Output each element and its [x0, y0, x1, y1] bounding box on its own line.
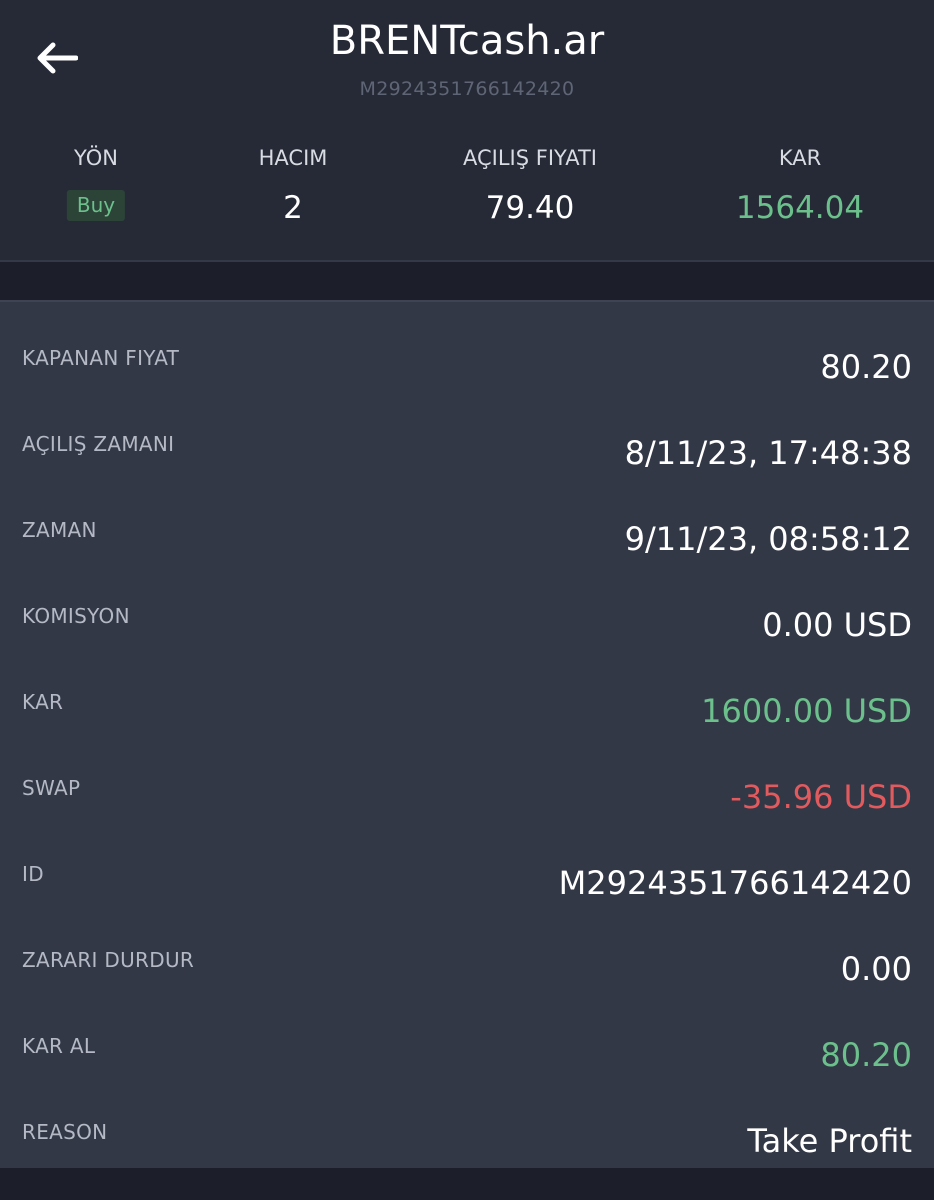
summary-open-price: AÇILIŞ FIYATI 79.40 — [463, 146, 597, 226]
detail-row-take-profit: KAR AL 80.20 — [0, 1008, 934, 1094]
id-label: ID — [22, 862, 44, 886]
trade-detail-screen: BRENTcash.ar M2924351766142420 YÖN Buy H… — [0, 0, 934, 1200]
trade-details-panel: KAPANAN FIYAT 80.20 AÇILIŞ ZAMANI 8/11/2… — [0, 300, 934, 1168]
detail-row-profit: KAR 1600.00 USD — [0, 664, 934, 750]
detail-row-time: ZAMAN 9/11/23, 08:58:12 — [0, 492, 934, 578]
open-price-value: 79.40 — [485, 190, 575, 226]
closing-price-label: KAPANAN FIYAT — [22, 346, 180, 370]
volume-value: 2 — [283, 190, 303, 226]
direction-label: YÖN — [74, 146, 118, 170]
swap-value: -35.96 USD — [730, 778, 912, 816]
stop-loss-value: 0.00 — [840, 950, 912, 988]
time-label: ZAMAN — [22, 518, 97, 542]
reason-value: Take Profit — [747, 1122, 912, 1160]
take-profit-value: 80.20 — [820, 1036, 912, 1074]
volume-label: HACIM — [258, 146, 328, 170]
detail-row-commission: KOMISYON 0.00 USD — [0, 578, 934, 664]
open-time-value: 8/11/23, 17:48:38 — [624, 434, 912, 472]
position-id-subtitle: M2924351766142420 — [359, 78, 575, 100]
summary-direction: YÖN Buy — [66, 146, 126, 221]
time-value: 9/11/23, 08:58:12 — [624, 520, 912, 558]
profit-label: KAR — [778, 146, 822, 170]
trade-summary: YÖN Buy HACIM 2 AÇILIŞ FIYATI 79.40 KAR … — [0, 146, 934, 246]
commission-value: 0.00 USD — [762, 606, 912, 644]
detail-row-reason: REASON Take Profit — [0, 1094, 934, 1180]
reason-label: REASON — [22, 1120, 108, 1144]
closing-price-value: 80.20 — [820, 348, 912, 386]
open-time-label: AÇILIŞ ZAMANI — [22, 432, 175, 456]
stop-loss-label: ZARARI DURDUR — [22, 948, 195, 972]
detail-profit-label: KAR — [22, 690, 64, 714]
open-price-label: AÇILIŞ FIYATI — [463, 146, 597, 170]
summary-profit: KAR 1564.04 — [736, 146, 864, 226]
detail-row-swap: SWAP -35.96 USD — [0, 750, 934, 836]
detail-row-stop-loss: ZARARI DURDUR 0.00 — [0, 922, 934, 1008]
direction-badge: Buy — [66, 190, 126, 221]
take-profit-label: KAR AL — [22, 1034, 96, 1058]
detail-row-id: ID M2924351766142420 — [0, 836, 934, 922]
trade-header: BRENTcash.ar M2924351766142420 YÖN Buy H… — [0, 0, 934, 262]
commission-label: KOMISYON — [22, 604, 130, 628]
swap-label: SWAP — [22, 776, 81, 800]
detail-row-open-time: AÇILIŞ ZAMANI 8/11/23, 17:48:38 — [0, 406, 934, 492]
summary-volume: HACIM 2 — [259, 146, 328, 226]
page-title: BRENTcash.ar — [329, 18, 605, 64]
detail-row-closing-price: KAPANAN FIYAT 80.20 — [0, 320, 934, 406]
detail-profit-value: 1600.00 USD — [701, 692, 912, 730]
profit-value: 1564.04 — [735, 190, 865, 226]
id-value: M2924351766142420 — [558, 864, 912, 902]
